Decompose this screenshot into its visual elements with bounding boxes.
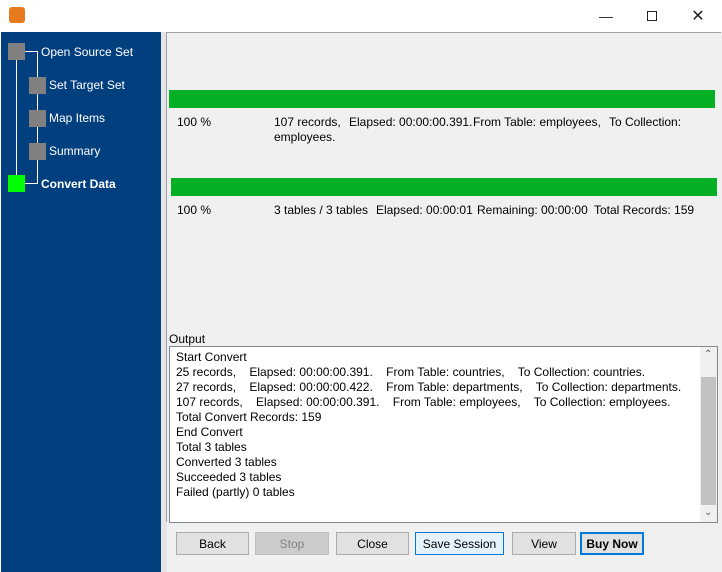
- log-line: Succeeded 3 tables: [176, 470, 282, 484]
- log-line: Total Convert Records: 159: [176, 410, 322, 424]
- table-progress-to-cont: employees.: [274, 130, 336, 144]
- close-window-button[interactable]: ✕: [675, 0, 721, 32]
- step-current-icon: [8, 175, 25, 192]
- maximize-icon: [647, 11, 657, 21]
- maximize-button[interactable]: [629, 0, 675, 32]
- scrollbar-thumb[interactable]: [701, 377, 716, 505]
- table-progress-bar: [169, 90, 715, 108]
- step-convert-data[interactable]: Convert Data: [41, 177, 116, 191]
- log-line: Converted 3 tables: [176, 455, 277, 469]
- title-bar: — ✕: [0, 0, 722, 32]
- back-button[interactable]: Back: [176, 532, 249, 555]
- table-progress-percent: 100 %: [177, 115, 212, 129]
- log-line: 27 records, Elapsed: 00:00:00.422. From …: [176, 380, 682, 394]
- total-progress-percent: 100 %: [177, 203, 212, 217]
- table-progress-elapsed: Elapsed: 00:00:00.391.: [349, 115, 473, 129]
- log-line: 107 records, Elapsed: 00:00:00.391. From…: [176, 395, 671, 409]
- step-done-icon: [8, 43, 25, 60]
- log-line: Failed (partly) 0 tables: [176, 485, 295, 499]
- step-done-icon: [29, 77, 46, 94]
- total-progress-elapsed: Elapsed: 00:00:01: [376, 203, 473, 217]
- table-progress-from: From Table: employees,: [473, 115, 601, 129]
- stop-button[interactable]: Stop: [255, 532, 329, 555]
- output-label: Output: [169, 332, 206, 346]
- log-line: Total 3 tables: [176, 440, 247, 454]
- table-progress-records: 107 records,: [274, 115, 341, 129]
- log-line: Start Convert: [176, 350, 247, 364]
- step-set-target-set[interactable]: Set Target Set: [49, 78, 125, 92]
- table-progress-to: To Collection:: [609, 115, 682, 129]
- step-map-items[interactable]: Map Items: [49, 111, 105, 125]
- total-progress-bar: [171, 178, 717, 196]
- view-button[interactable]: View: [512, 532, 576, 555]
- tree-line: [16, 60, 17, 184]
- tree-line: [25, 51, 38, 52]
- minimize-icon: —: [599, 8, 613, 24]
- total-progress-tables: 3 tables / 3 tables: [274, 203, 369, 217]
- output-log[interactable]: Start Convert 25 records, Elapsed: 00:00…: [169, 346, 718, 523]
- close-icon: ✕: [691, 8, 705, 25]
- tree-line: [25, 183, 38, 184]
- total-progress-remaining: Remaining: 00:00:00: [477, 203, 588, 217]
- log-line: End Convert: [176, 425, 243, 439]
- log-line: 25 records, Elapsed: 00:00:00.391. From …: [176, 365, 646, 379]
- save-session-button[interactable]: Save Session: [415, 532, 504, 555]
- scroll-up-icon[interactable]: ⌃: [704, 349, 712, 360]
- vertical-scrollbar[interactable]: ⌃ ⌄: [700, 347, 717, 522]
- step-summary[interactable]: Summary: [49, 144, 100, 158]
- step-open-source-set[interactable]: Open Source Set: [41, 45, 133, 59]
- close-button[interactable]: Close: [336, 532, 409, 555]
- scroll-down-icon[interactable]: ⌄: [704, 507, 712, 518]
- buy-now-button[interactable]: Buy Now: [580, 532, 644, 555]
- step-done-icon: [29, 110, 46, 127]
- step-done-icon: [29, 143, 46, 160]
- app-icon: [9, 7, 25, 23]
- minimize-button[interactable]: —: [583, 0, 629, 32]
- total-progress-total: Total Records: 159: [594, 203, 695, 217]
